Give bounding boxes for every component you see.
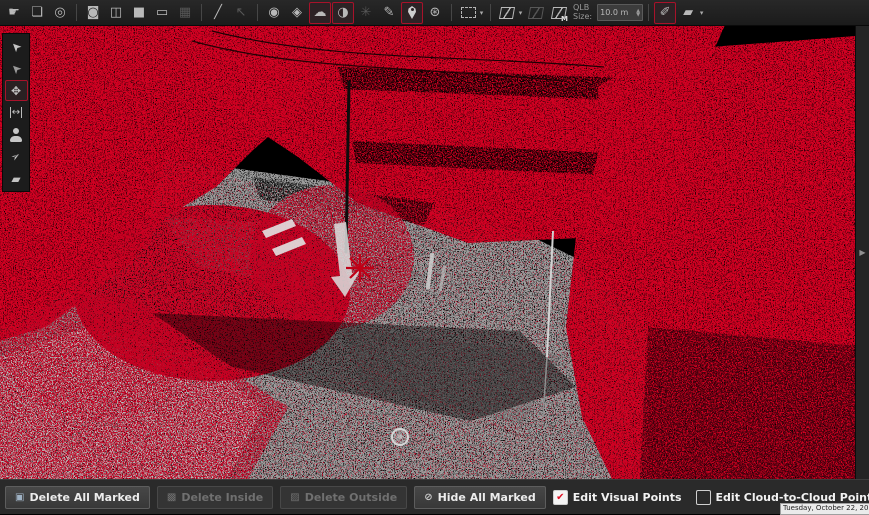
hide-marked-icon: ⊘ bbox=[424, 492, 432, 503]
edit-visual-points-checkbox[interactable]: ✔ bbox=[553, 490, 568, 505]
person-panorama-icon[interactable] bbox=[5, 124, 28, 145]
edit-visual-points-label: Edit Visual Points bbox=[573, 491, 682, 504]
rect-select-caret-icon[interactable]: ▾ bbox=[478, 9, 485, 17]
cube-manual-icon[interactable]: M bbox=[548, 2, 570, 24]
toolbar-separator bbox=[451, 4, 452, 21]
sphere-contrast-icon[interactable]: ◑ bbox=[332, 2, 354, 24]
eraser-icon[interactable]: ▰ bbox=[677, 2, 699, 24]
toolbar-separator bbox=[201, 4, 202, 21]
bottom-action-bar: ▣ Delete All Marked ▩ Delete Inside ▨ De… bbox=[0, 479, 869, 514]
tag-icon[interactable]: ◈ bbox=[286, 2, 308, 24]
qlb-size-spinner[interactable]: ▲▼ bbox=[636, 9, 640, 17]
point-cloud-icon[interactable]: ☁ bbox=[309, 2, 331, 24]
qlb-size-label: QLB Size: bbox=[573, 4, 592, 22]
gear-filter-icon[interactable]: ⊛ bbox=[424, 2, 446, 24]
split-view-icon[interactable]: ◫ bbox=[105, 2, 127, 24]
left-tool-column: ➤ ➤ ✥ ↔ ➢ ▰ bbox=[2, 33, 30, 192]
measure-distance-icon[interactable]: ↔ bbox=[5, 102, 28, 123]
mark-brush-icon[interactable]: ✐ bbox=[654, 2, 676, 24]
pointcloud-render bbox=[0, 25, 869, 479]
cube-clip-icon[interactable] bbox=[525, 2, 547, 24]
qlb-size-input[interactable]: 10.0 m ▲▼ bbox=[597, 4, 643, 21]
cube-limit-caret-icon[interactable]: ▾ bbox=[517, 9, 524, 17]
expand-arrow-icon: ▶ bbox=[859, 248, 865, 257]
pointcloud-viewport[interactable] bbox=[0, 25, 869, 479]
delete-marked-icon: ▣ bbox=[15, 492, 24, 503]
target-icon[interactable]: ◉ bbox=[263, 2, 285, 24]
camera-icon[interactable]: ◙ bbox=[82, 2, 104, 24]
edit-cloud-to-cloud-checkbox[interactable] bbox=[696, 490, 711, 505]
cascade-windows-icon[interactable]: ❏ bbox=[26, 2, 48, 24]
measure-ruler-icon[interactable]: ╱ bbox=[207, 2, 229, 24]
delete-inside-button[interactable]: ▩ Delete Inside bbox=[157, 486, 273, 509]
cube-limit-box-icon[interactable] bbox=[496, 2, 518, 24]
solid-view-icon[interactable]: ■ bbox=[128, 2, 150, 24]
qlb-size-value: 10.0 m bbox=[600, 8, 628, 17]
cube-manual-badge: M bbox=[561, 16, 568, 23]
eraser-caret-icon[interactable]: ▾ bbox=[698, 9, 705, 17]
image-view-icon[interactable]: ▦ bbox=[174, 2, 196, 24]
toolbar-separator bbox=[490, 4, 491, 21]
pick-tag-icon[interactable]: ☛ bbox=[3, 2, 25, 24]
delete-outside-button[interactable]: ▨ Delete Outside bbox=[280, 486, 407, 509]
panorama-icon[interactable]: ▭ bbox=[151, 2, 173, 24]
location-pin-icon[interactable] bbox=[401, 2, 423, 24]
select-cursor-icon[interactable]: ➤ bbox=[5, 36, 28, 57]
pan-tool-icon[interactable]: ✥ bbox=[5, 80, 28, 101]
toolbar-separator bbox=[76, 4, 77, 21]
delete-outside-icon: ▨ bbox=[290, 492, 299, 503]
right-panel-expander[interactable]: ▶ bbox=[855, 25, 869, 479]
rect-select-icon[interactable] bbox=[457, 2, 479, 24]
top-toolbar: ☛ ❏ ◎ ◙ ◫ ■ ▭ ▦ ╱ ↖ ◉ ◈ ☁ ◑ ✳ ✎ ⊛ ▾ ▾ M … bbox=[0, 0, 869, 26]
cursor-probe-icon[interactable]: ↖ bbox=[230, 2, 252, 24]
fly-navigate-icon[interactable]: ➢ bbox=[5, 146, 28, 167]
scan-position-marker bbox=[346, 254, 374, 282]
delete-inside-icon: ▩ bbox=[167, 492, 176, 503]
hide-all-marked-button[interactable]: ⊘ Hide All Marked bbox=[414, 486, 546, 509]
toolbar-separator bbox=[648, 4, 649, 21]
app-window: { "glyphs":{ "caret":"▾","spin_up":"▲","… bbox=[0, 0, 869, 514]
network-icon[interactable]: ✳ bbox=[355, 2, 377, 24]
eraser-tool-icon[interactable]: ▰ bbox=[5, 168, 28, 189]
edit-cloud-to-cloud-label: Edit Cloud-to-Cloud Points bbox=[716, 491, 869, 504]
select-points-cursor-icon[interactable]: ➤ bbox=[5, 58, 28, 79]
zoom-region-icon[interactable]: ◎ bbox=[49, 2, 71, 24]
system-date-tooltip: Tuesday, October 22, 2019 bbox=[780, 503, 869, 515]
delete-all-marked-button[interactable]: ▣ Delete All Marked bbox=[5, 486, 150, 509]
toolbar-separator bbox=[257, 4, 258, 21]
draw-pencil-icon[interactable]: ✎ bbox=[378, 2, 400, 24]
